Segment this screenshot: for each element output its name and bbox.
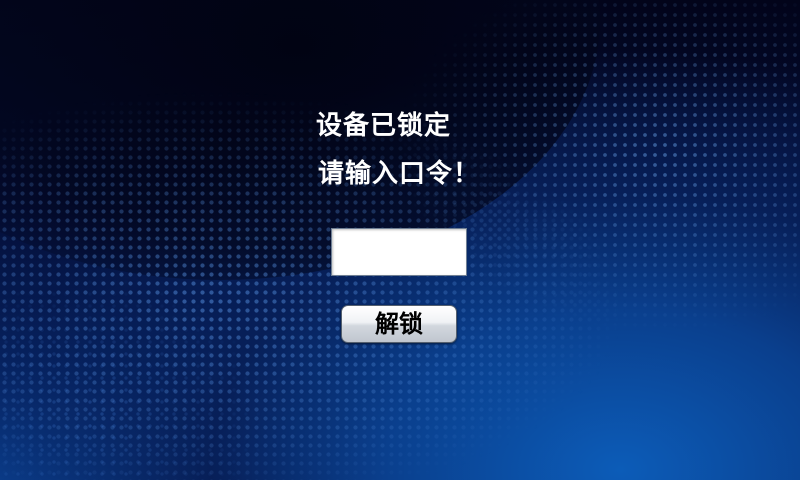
background-swoosh — [0, 0, 600, 280]
unlock-button[interactable]: 解锁 — [341, 305, 457, 343]
password-prompt: 请输入口令！ — [318, 159, 481, 189]
lock-title: 设备已锁定 — [316, 111, 452, 141]
password-input[interactable] — [331, 228, 467, 276]
lock-screen: 设备已锁定 请输入口令！ 解锁 — [0, 0, 800, 480]
